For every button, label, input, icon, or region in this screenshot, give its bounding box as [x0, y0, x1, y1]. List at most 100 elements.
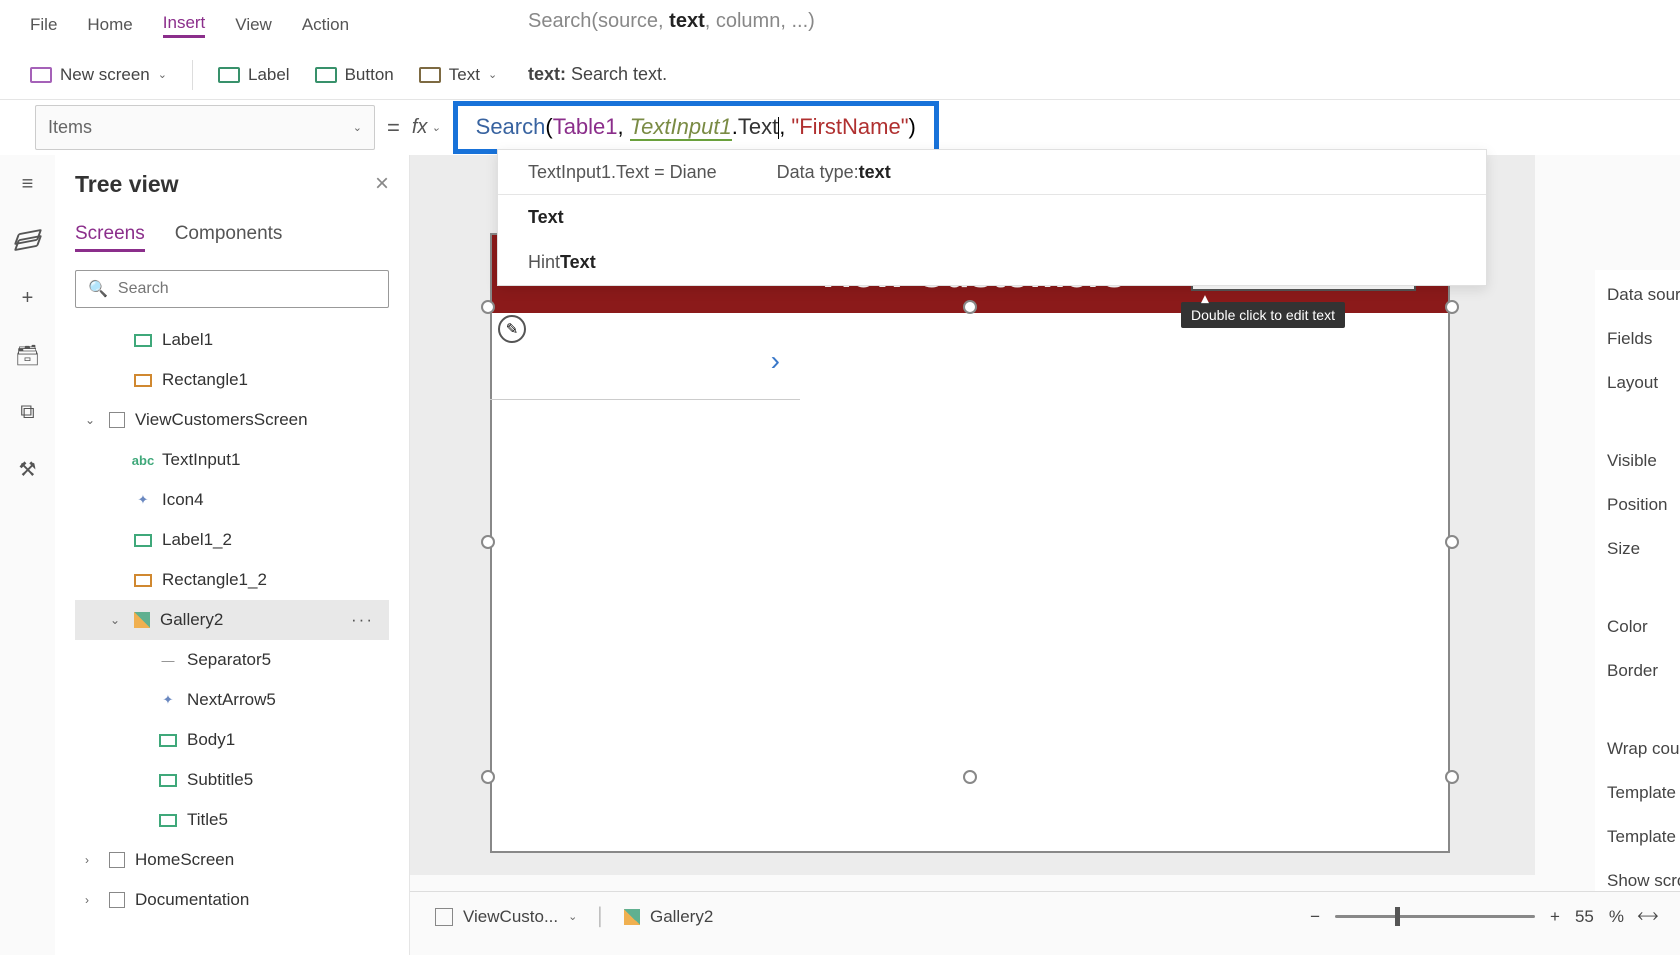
chevron-right-icon[interactable]: ›: [85, 853, 99, 867]
tree-item-gallery2[interactable]: ⌄ Gallery2 ···: [75, 600, 389, 640]
resize-handle-bl[interactable]: [481, 770, 495, 784]
tree-item-viewcustomersscreen[interactable]: ⌄ ViewCustomersScreen: [75, 400, 389, 440]
menu-insert[interactable]: Insert: [163, 13, 206, 38]
chevron-right-icon[interactable]: ›: [85, 893, 99, 907]
prop-visible[interactable]: Visible: [1607, 451, 1668, 471]
tree-item-label: Label1_2: [162, 530, 232, 550]
selection-handles[interactable]: [488, 307, 1452, 777]
menu-view[interactable]: View: [235, 15, 272, 35]
chevron-down-icon: ⌄: [488, 68, 497, 81]
button-icon: [315, 67, 337, 83]
fx-icon[interactable]: fx⌄: [412, 116, 441, 139]
status-bar: ViewCusto... ⌄ │ Gallery2 − + 55 % ⤢: [410, 891, 1680, 941]
tree-item-label: HomeScreen: [135, 850, 234, 870]
formula-input[interactable]: Search(Table1, TextInput1.Text, "FirstNa…: [453, 101, 939, 154]
tree-search[interactable]: 🔍: [75, 270, 389, 308]
prop-data-source[interactable]: Data source: [1607, 285, 1668, 305]
resize-handle-tl[interactable]: [481, 300, 495, 314]
tree-view-icon[interactable]: [16, 230, 40, 252]
tree-item-nextarrow5[interactable]: ✦NextArrow5: [75, 680, 389, 720]
zoom-in-button[interactable]: +: [1550, 907, 1560, 927]
prop-size[interactable]: Size: [1607, 539, 1668, 559]
slider-thumb[interactable]: [1395, 907, 1400, 926]
resize-handle-mr[interactable]: [1445, 535, 1459, 549]
parameter-hint: text: Search text.: [528, 64, 667, 85]
tree-item-subtitle5[interactable]: Subtitle5: [75, 760, 389, 800]
property-dropdown[interactable]: Items ⌄: [35, 105, 375, 150]
screen-icon: [30, 67, 52, 83]
intellisense-header: TextInput1.Text = Diane Data type: text: [498, 150, 1486, 195]
tools-icon[interactable]: ⚒: [16, 458, 40, 480]
insert-toolbar: New screen ⌄ Label Button Text ⌄: [0, 50, 1680, 100]
zoom-value: 55: [1575, 907, 1594, 927]
button-button[interactable]: Button: [315, 65, 394, 85]
resize-handle-bm[interactable]: [963, 770, 977, 784]
resize-handle-tm[interactable]: [963, 300, 977, 314]
prop-position[interactable]: Position: [1607, 495, 1668, 515]
tree-item-label: Icon4: [162, 490, 204, 510]
menu-home[interactable]: Home: [87, 15, 132, 35]
checkbox-icon: [435, 908, 453, 926]
chevron-down-icon[interactable]: ⌄: [85, 413, 99, 427]
text-button[interactable]: Text ⌄: [419, 65, 497, 85]
edit-pencil-icon[interactable]: ✎: [498, 315, 526, 343]
tree-item-label: Label1: [162, 330, 213, 350]
tree-item-label: Rectangle1_2: [162, 570, 267, 590]
prop-color[interactable]: Color: [1607, 617, 1668, 637]
prop-template-size[interactable]: Template size: [1607, 783, 1668, 803]
prop-template-pa[interactable]: Template pa: [1607, 827, 1668, 847]
more-icon[interactable]: ···: [351, 610, 374, 630]
tree-item-textinput1[interactable]: abcTextInput1: [75, 440, 389, 480]
tab-screens[interactable]: Screens: [75, 223, 145, 252]
tree-item-documentation[interactable]: ›Documentation: [75, 880, 389, 920]
prop-show-scroll[interactable]: Show scroll: [1607, 871, 1668, 891]
menu-action[interactable]: Action: [302, 15, 349, 35]
prop-border[interactable]: Border: [1607, 661, 1668, 681]
media-icon[interactable]: ⧉: [16, 401, 40, 423]
breadcrumb-screen[interactable]: ViewCusto... ⌄: [435, 907, 577, 927]
prop-layout[interactable]: Layout: [1607, 373, 1668, 393]
tree-search-input[interactable]: [118, 280, 376, 298]
tree-item-label: Gallery2: [160, 610, 223, 630]
tree-item-label: ViewCustomersScreen: [135, 410, 308, 430]
tree-item-rectangle1_2[interactable]: Rectangle1_2: [75, 560, 389, 600]
tree-view-title: Tree view: [75, 171, 179, 198]
function-signature: Search(source, text, column, ...): [528, 10, 815, 33]
tree-view-panel: Tree view × Screens Components 🔍 Label1 R…: [55, 155, 410, 955]
tab-components[interactable]: Components: [175, 223, 283, 252]
resize-handle-br[interactable]: [1445, 770, 1459, 784]
chevron-down-icon: ⌄: [568, 910, 577, 923]
chevron-down-icon: ⌄: [158, 68, 167, 81]
tree-item-label1_2[interactable]: Label1_2: [75, 520, 389, 560]
tree-item-separator5[interactable]: —Separator5: [75, 640, 389, 680]
tree-item-icon4[interactable]: ✦Icon4: [75, 480, 389, 520]
new-screen-button[interactable]: New screen ⌄: [30, 65, 167, 85]
tree-item-label1[interactable]: Label1: [75, 320, 389, 360]
hamburger-icon[interactable]: ≡: [16, 173, 40, 195]
tree-item-label: Title5: [187, 810, 228, 830]
intellisense-option-text[interactable]: Text: [498, 195, 1486, 240]
tree-item-title5[interactable]: Title5: [75, 800, 389, 840]
prop-wrap-count[interactable]: Wrap count: [1607, 739, 1668, 759]
chevron-down-icon[interactable]: ⌄: [110, 613, 124, 627]
data-icon[interactable]: 🗃: [16, 344, 40, 366]
close-icon[interactable]: ×: [375, 170, 389, 198]
prop-fields[interactable]: Fields: [1607, 329, 1668, 349]
menu-file[interactable]: File: [30, 15, 57, 35]
tree-tabs: Screens Components: [75, 223, 389, 252]
label-button[interactable]: Label: [218, 65, 290, 85]
tree-item-homescreen[interactable]: › HomeScreen: [75, 840, 389, 880]
intellisense-option-hinttext[interactable]: HintText: [498, 240, 1486, 285]
fullscreen-icon[interactable]: ⤢: [1633, 903, 1661, 931]
search-icon: 🔍: [88, 279, 108, 299]
breadcrumb-gallery[interactable]: Gallery2: [624, 907, 713, 927]
tree-item-rectangle1[interactable]: Rectangle1: [75, 360, 389, 400]
resize-handle-tr[interactable]: [1445, 300, 1459, 314]
tree-item-body1[interactable]: Body1: [75, 720, 389, 760]
zoom-out-button[interactable]: −: [1310, 907, 1320, 927]
tree-item-label: Body1: [187, 730, 235, 750]
add-icon[interactable]: +: [16, 287, 40, 309]
resize-handle-ml[interactable]: [481, 535, 495, 549]
zoom-slider[interactable]: [1335, 915, 1535, 918]
top-menu: File Home Insert View Action: [0, 0, 1680, 50]
